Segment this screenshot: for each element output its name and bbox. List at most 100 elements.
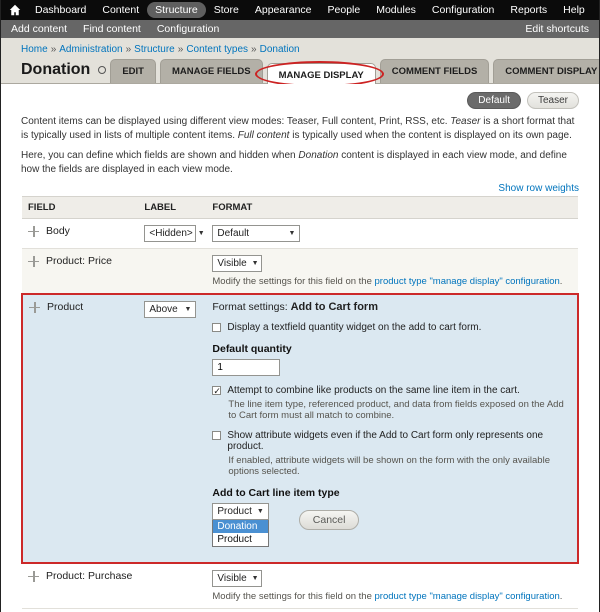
hidden-section-header: Hidden — [22, 608, 578, 612]
dropdown-option-donation[interactable]: Donation — [213, 520, 268, 533]
table-row-product: Product Above ▼ Format settings: Add to C… — [20, 293, 579, 564]
line-item-type-label: Add to Cart line item type — [212, 487, 340, 499]
column-header-format: FORMAT — [206, 196, 578, 219]
drupal-admin-page: Dashboard Content Structure Store Appear… — [0, 0, 600, 612]
breadcrumb-separator: » — [50, 44, 57, 55]
drag-handle-icon[interactable] — [29, 301, 40, 313]
column-header-field: FIELD — [22, 196, 139, 219]
header-band: Home» Administration» Structure» Content ty… — [1, 38, 599, 88]
breadcrumb-separator: » — [177, 44, 184, 55]
contextual-links-icon[interactable] — [98, 66, 107, 74]
shortcut-configuration[interactable]: Configuration — [157, 23, 219, 35]
format-select-purchase[interactable]: Visible ▼ — [212, 570, 263, 587]
drag-handle-icon[interactable] — [28, 570, 39, 582]
home-icon[interactable] — [9, 3, 21, 17]
combine-help-text: The line item type, referenced product, … — [228, 399, 564, 421]
manage-display-config-link[interactable]: product type "manage display" configurat… — [375, 591, 560, 602]
line-item-type-select[interactable]: Product ▼ — [212, 503, 269, 520]
select-arrow-icon: ▼ — [184, 306, 192, 313]
format-settings-panel: Format settings: Add to Cart form Displa… — [206, 293, 579, 564]
toolbar-item-people[interactable]: People — [320, 2, 369, 18]
view-mode-teaser-button[interactable]: Teaser — [526, 92, 579, 109]
label-select-body[interactable]: <Hidden> ▼ — [144, 225, 205, 242]
show-row-weights: Show row weights — [21, 183, 579, 194]
tab-manage-display-wrap: MANAGE DISPLAY — [254, 61, 384, 88]
dropdown-option-product[interactable]: Product — [213, 533, 268, 546]
select-arrow-icon: ▼ — [256, 508, 264, 515]
shortcuts-bar: Add content Find content Configuration E… — [1, 20, 599, 38]
line-item-select-wrap: Product ▼ Donation Product — [212, 503, 269, 547]
default-quantity-label: Default quantity — [212, 343, 292, 355]
toolbar-item-help[interactable]: Help — [555, 2, 593, 18]
field-label: Body — [46, 225, 70, 237]
admin-toolbar: Dashboard Content Structure Store Appear… — [1, 0, 599, 20]
quantity-widget-checkbox[interactable] — [212, 323, 222, 332]
fields-table: FIELD LABEL FORMAT Body <Hidden> ▼ Defaul… — [20, 196, 579, 612]
select-arrow-icon: ▼ — [288, 230, 296, 237]
toolbar-item-appearance[interactable]: Appearance — [247, 2, 320, 18]
show-row-weights-link[interactable]: Show row weights — [498, 183, 579, 194]
edit-shortcuts-link[interactable]: Edit shortcuts — [525, 23, 589, 35]
breadcrumb-separator: » — [125, 44, 132, 55]
default-quantity-input[interactable] — [212, 359, 281, 376]
helper-text: Modify the settings for this field on th… — [212, 591, 563, 602]
toolbar-item-configuration[interactable]: Configuration — [424, 2, 502, 18]
intro-paragraph-2: Here, you can define which fields are sh… — [21, 150, 567, 175]
table-row-body: Body <Hidden> ▼ Default ▼ — [22, 218, 578, 249]
manage-display-config-link[interactable]: product type "manage display" configurat… — [375, 276, 560, 287]
quantity-widget-option: Display a textfield quantity widget on t… — [212, 322, 571, 333]
checkbox-label: Display a textfield quantity widget on t… — [227, 322, 482, 333]
drag-handle-icon[interactable] — [28, 225, 39, 237]
select-arrow-icon: ▼ — [197, 230, 205, 237]
page-title: Donation — [21, 61, 107, 83]
drag-handle-icon[interactable] — [28, 255, 39, 267]
checkbox-label: Attempt to combine like products on the … — [227, 385, 520, 396]
field-label: Product — [47, 301, 84, 313]
label-select-product[interactable]: Above ▼ — [144, 301, 197, 318]
breadcrumb-donation[interactable]: Donation — [260, 44, 300, 55]
format-select-price[interactable]: Visible ▼ — [212, 255, 263, 272]
format-select-body[interactable]: Default ▼ — [212, 225, 301, 242]
line-item-type-area: Product ▼ Donation Product Cancel — [212, 503, 571, 556]
tab-edit[interactable]: EDIT — [110, 59, 156, 83]
checkbox-label: Show attribute widgets even if the Add t… — [227, 430, 544, 452]
helper-text: Modify the settings for this field on th… — [212, 276, 563, 287]
toolbar-item-reports[interactable]: Reports — [502, 2, 555, 18]
combine-checkbox[interactable] — [212, 386, 222, 395]
toolbar-item-modules[interactable]: Modules — [368, 2, 424, 18]
table-header-row: FIELD LABEL FORMAT — [22, 196, 578, 219]
select-arrow-icon: ▼ — [251, 575, 259, 582]
view-mode-default-button[interactable]: Default — [467, 92, 521, 109]
main-content: Default Teaser Content items can be disp… — [1, 84, 599, 612]
breadcrumb-separator: » — [251, 44, 257, 55]
shortcut-find-content[interactable]: Find content — [83, 23, 141, 35]
table-row-product-price: Product: Price Visible ▼ Modify the setti… — [22, 248, 578, 295]
combine-option: Attempt to combine like products on the … — [212, 385, 571, 396]
breadcrumb-content-types[interactable]: Content types — [186, 44, 248, 55]
intro-paragraph-1: Content items can be displayed using dif… — [21, 116, 575, 141]
toolbar-item-dashboard[interactable]: Dashboard — [27, 2, 94, 18]
toolbar-item-structure[interactable]: Structure — [147, 2, 206, 18]
toolbar-item-store[interactable]: Store — [206, 2, 247, 18]
greeting-text: Hello admin — [593, 4, 599, 16]
tab-comment-fields[interactable]: COMMENT FIELDS — [379, 59, 490, 83]
breadcrumb-home[interactable]: Home — [21, 44, 48, 55]
format-settings-title: Format settings: Add to Cart form — [212, 301, 378, 313]
shortcut-add-content[interactable]: Add content — [11, 23, 67, 35]
attribute-widgets-option: Show attribute widgets even if the Add t… — [212, 430, 571, 452]
table-row-product-purchase: Product: Purchase Visible ▼ Modify the se… — [22, 563, 578, 609]
cancel-button[interactable]: Cancel — [298, 510, 360, 530]
column-header-label: LABEL — [138, 196, 207, 219]
attribute-widgets-checkbox[interactable] — [212, 431, 222, 440]
view-mode-switcher: Default Teaser — [21, 92, 579, 109]
breadcrumb: Home» Administration» Structure» Content ty… — [21, 42, 579, 59]
tab-comment-display[interactable]: COMMENT DISPLAY — [493, 59, 599, 83]
breadcrumb-structure[interactable]: Structure — [134, 44, 175, 55]
attribute-widgets-help-text: If enabled, attribute widgets will be sh… — [228, 455, 550, 477]
field-label: Product: Purchase — [46, 570, 133, 582]
field-label: Product: Price — [46, 255, 112, 267]
toolbar-item-content[interactable]: Content — [94, 2, 147, 18]
tab-manage-fields[interactable]: MANAGE FIELDS — [159, 59, 263, 83]
breadcrumb-administration[interactable]: Administration — [59, 44, 122, 55]
hidden-section-label: Hidden — [22, 608, 578, 612]
